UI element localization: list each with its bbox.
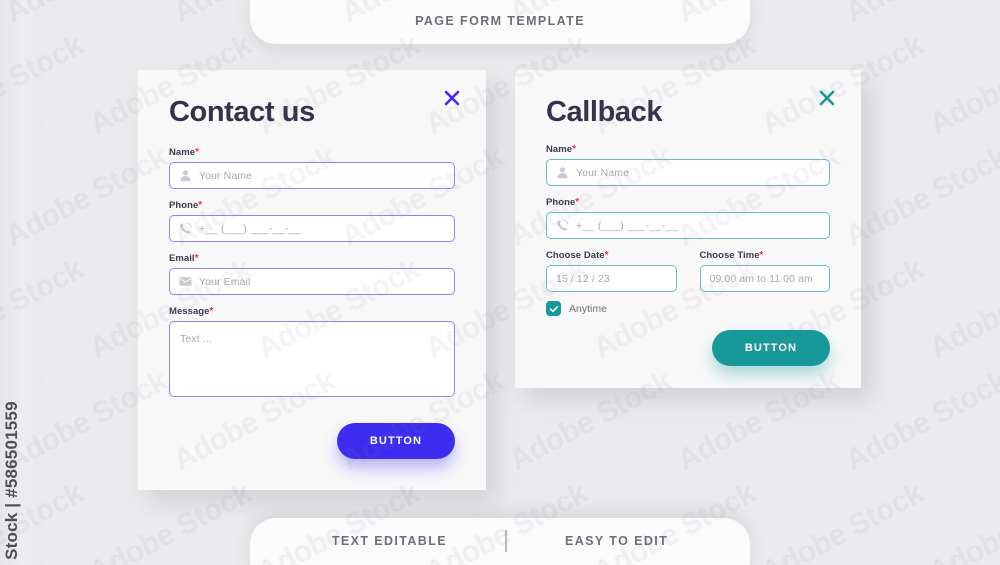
field-phone: Phone* +__ (___) ___-__-__ <box>169 200 455 242</box>
field-name: Name* Your Name <box>169 147 455 189</box>
label-text: Choose Date <box>546 250 605 261</box>
field-phone: Phone* +__ (___) ___-__-__ <box>546 197 830 239</box>
field-label-choose-date: Choose Date* <box>546 250 677 261</box>
label-text: Name <box>169 147 196 158</box>
text-editable-label: TEXT EDITABLE <box>331 534 448 548</box>
user-icon <box>556 166 569 179</box>
anytime-label: Anytime <box>569 302 607 315</box>
watermark-text: Adobe Stock <box>840 364 1000 478</box>
email-input[interactable]: Your Email <box>169 268 455 295</box>
contact-card-body: Contact us Name* Your Name Phone* +__ (_… <box>138 70 486 490</box>
callback-submit-button[interactable]: BUTTON <box>712 330 830 366</box>
watermark-text: Adobe Stock <box>924 477 1000 565</box>
envelope-icon <box>179 276 192 287</box>
field-email: Email* Your Email <box>169 253 455 295</box>
required-star: * <box>209 306 214 317</box>
choose-date-placeholder: 15 / 12 / 23 <box>556 272 610 285</box>
message-placeholder: Text ... <box>180 333 212 345</box>
phone-input[interactable]: +__ (___) ___-__-__ <box>169 215 455 242</box>
required-star: * <box>604 250 609 261</box>
watermark-text: Adobe Stock <box>756 476 929 565</box>
name-placeholder: Your Name <box>576 166 630 179</box>
date-time-row: Choose Date* 15 / 12 / 23 Choose Time* 0… <box>546 250 830 292</box>
callback-button-row: BUTTON <box>546 330 830 366</box>
anytime-checkbox-row[interactable]: Anytime <box>546 301 830 316</box>
name-placeholder: Your Name <box>199 169 253 182</box>
field-label-name: Name* <box>546 144 830 155</box>
choose-time-input[interactable]: 09:00 am to 11:00 am <box>699 265 830 292</box>
email-placeholder: Your Email <box>199 275 251 288</box>
field-label-choose-time: Choose Time* <box>700 250 831 261</box>
label-text: Email <box>169 253 195 264</box>
user-icon <box>179 169 192 182</box>
callback-card-body: Callback Name* Your Name Phone* +__ (___… <box>515 70 861 388</box>
watermark-text: Adobe Stock <box>840 0 1000 30</box>
contact-button-row: BUTTON <box>169 423 455 459</box>
message-textarea[interactable]: Text ... <box>169 321 455 397</box>
field-label-phone: Phone* <box>169 200 455 211</box>
label-text: Name <box>546 144 573 155</box>
banner-divider <box>505 530 508 552</box>
callback-card: Callback Name* Your Name Phone* +__ (___… <box>515 70 861 388</box>
callback-card-title: Callback <box>546 96 663 128</box>
phone-icon <box>556 219 569 232</box>
page-title: PAGE FORM TEMPLATE <box>415 14 585 28</box>
contact-card-title: Contact us <box>169 96 315 128</box>
name-input[interactable]: Your Name <box>546 159 830 186</box>
required-star: * <box>198 200 203 211</box>
label-text: Phone <box>546 197 576 208</box>
field-choose-time: Choose Time* 09:00 am to 11:00 am <box>699 250 831 292</box>
field-message: Message* Text ... <box>169 306 455 397</box>
required-star: * <box>572 144 577 155</box>
required-star: * <box>194 253 199 264</box>
name-input[interactable]: Your Name <box>169 162 455 189</box>
stock-watermark-label: Adobe Stock | #586501559 <box>2 401 21 565</box>
bottom-banner: TEXT EDITABLE EASY TO EDIT <box>250 518 750 565</box>
watermark-text: Adobe Stock <box>924 29 1000 142</box>
anytime-checkbox[interactable] <box>546 301 561 316</box>
close-icon[interactable] <box>817 88 837 108</box>
contact-submit-button[interactable]: BUTTON <box>337 423 455 459</box>
field-label-name: Name* <box>169 147 455 158</box>
field-choose-date: Choose Date* 15 / 12 / 23 <box>546 250 677 292</box>
required-star: * <box>575 197 580 208</box>
watermark-text: Adobe Stock <box>840 140 1000 254</box>
label-text: Message <box>169 306 210 317</box>
phone-input[interactable]: +__ (___) ___-__-__ <box>546 212 830 239</box>
phone-icon <box>179 222 192 235</box>
label-text: Phone <box>169 200 199 211</box>
choose-time-placeholder: 09:00 am to 11:00 am <box>709 272 813 285</box>
choose-date-input[interactable]: 15 / 12 / 23 <box>546 265 677 292</box>
label-text: Choose Time <box>699 250 760 261</box>
field-label-phone: Phone* <box>546 197 830 208</box>
field-label-message: Message* <box>169 306 455 317</box>
phone-placeholder: +__ (___) ___-__-__ <box>576 219 678 232</box>
easy-to-edit-label: EASY TO EDIT <box>565 534 669 548</box>
stock-watermark-strip: Adobe Stock | #586501559 <box>0 0 44 565</box>
required-star: * <box>195 147 200 158</box>
phone-placeholder: +__ (___) ___-__-__ <box>199 222 301 235</box>
field-name: Name* Your Name <box>546 144 830 186</box>
watermark-text: Adobe Stock <box>924 253 1000 366</box>
close-icon[interactable] <box>442 88 462 108</box>
required-star: * <box>759 250 764 261</box>
contact-us-card: Contact us Name* Your Name Phone* +__ (_… <box>138 70 486 490</box>
field-label-email: Email* <box>169 253 455 264</box>
top-banner: PAGE FORM TEMPLATE <box>250 0 750 44</box>
bottom-banner-inner: TEXT EDITABLE EASY TO EDIT <box>332 530 668 552</box>
